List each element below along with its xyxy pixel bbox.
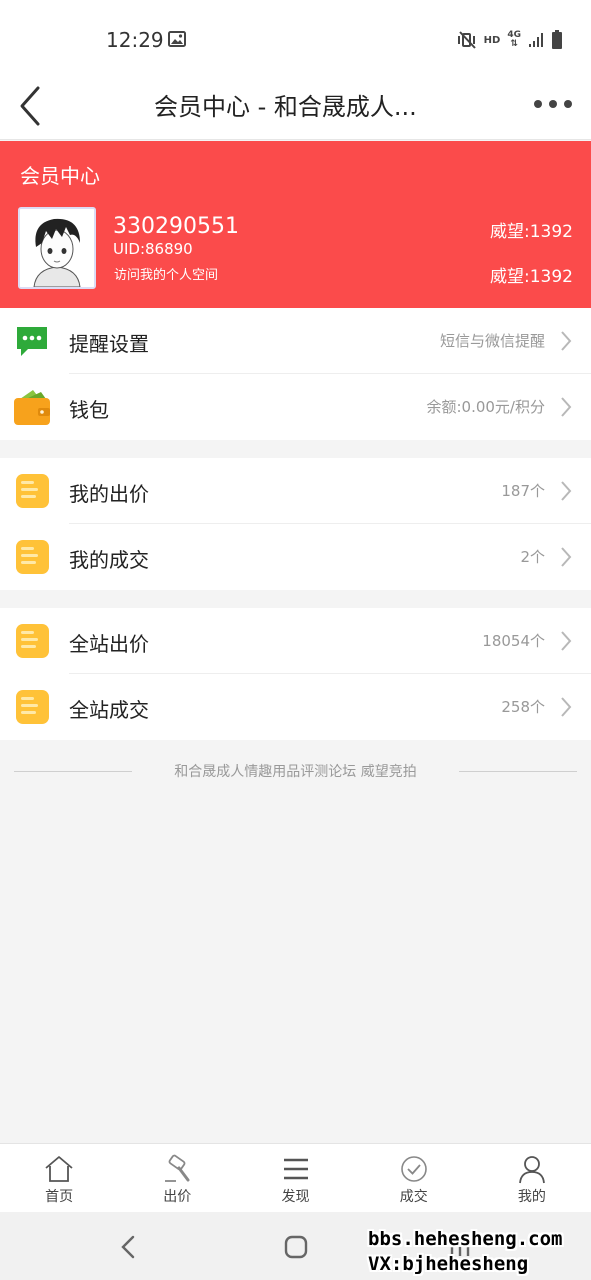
list-item-reminder-settings[interactable]: 提醒设置 短信与微信提醒 bbox=[0, 308, 591, 374]
my-records-group: 我的出价 187个 我的成交 2个 bbox=[0, 458, 591, 590]
image-notification-icon bbox=[168, 31, 186, 47]
tab-label: 发现 bbox=[281, 1189, 310, 1205]
page-title: 会员中心 - 和合晟成人... bbox=[154, 93, 417, 121]
chat-bubble-icon bbox=[17, 327, 47, 356]
list-item-label: 我的出价 bbox=[69, 482, 149, 506]
prestige-value-top: 威望:1392 bbox=[490, 222, 573, 242]
vibrate-mute-icon bbox=[457, 31, 476, 49]
document-icon bbox=[16, 540, 49, 574]
site-records-group: 全站出价 18054个 全站成交 258个 bbox=[0, 608, 591, 740]
list-item-value: 余额:0.00元/积分 bbox=[426, 398, 545, 416]
member-center-title: 会员中心 bbox=[20, 164, 100, 188]
watermark-line-1: bbs.hehesheng.com bbox=[368, 1228, 563, 1250]
system-back-icon[interactable] bbox=[116, 1234, 142, 1260]
divider-line-right bbox=[459, 771, 577, 772]
user-uid: UID:86890 bbox=[113, 240, 193, 258]
list-item-site-bids[interactable]: 全站出价 18054个 bbox=[0, 608, 591, 674]
status-bar: 12:29 HD 4G ⇅ bbox=[0, 0, 591, 72]
list-item-value: 187个 bbox=[501, 482, 545, 500]
list-item-label: 全站出价 bbox=[69, 632, 149, 656]
list-item-site-deals[interactable]: 全站成交 258个 bbox=[0, 674, 591, 740]
list-item-label: 提醒设置 bbox=[69, 332, 149, 356]
chevron-right-icon bbox=[561, 331, 572, 351]
more-options-icon[interactable] bbox=[532, 96, 574, 112]
chevron-right-icon bbox=[561, 631, 572, 651]
settings-group: 提醒设置 短信与微信提醒 钱包 余额:0.00元/积分 bbox=[0, 308, 591, 440]
battery-icon bbox=[552, 30, 562, 49]
chevron-right-icon bbox=[561, 481, 572, 501]
document-icon bbox=[16, 624, 49, 658]
list-item-value: 短信与微信提醒 bbox=[439, 332, 545, 350]
tab-label: 首页 bbox=[45, 1189, 74, 1205]
auction-hammer-icon bbox=[165, 1154, 190, 1182]
status-time: 12:29 bbox=[106, 28, 164, 52]
chevron-right-icon bbox=[561, 397, 572, 417]
list-item-label: 我的成交 bbox=[69, 548, 149, 572]
check-circle-icon bbox=[400, 1156, 427, 1182]
avatar[interactable] bbox=[18, 207, 96, 289]
list-item-my-deals[interactable]: 我的成交 2个 bbox=[0, 524, 591, 590]
tab-home[interactable]: 首页 bbox=[0, 1144, 118, 1212]
chevron-right-icon bbox=[561, 697, 572, 717]
tab-discover[interactable]: 发现 bbox=[236, 1144, 354, 1212]
hd-badge: HD bbox=[483, 34, 501, 46]
list-item-my-bids[interactable]: 我的出价 187个 bbox=[0, 458, 591, 524]
list-item-label: 钱包 bbox=[69, 398, 109, 422]
bottom-tab-bar: 首页 出价 发现 成交 我的 bbox=[0, 1143, 591, 1212]
member-card: 会员中心 330290551 UID:86890 访问我的个人空间 威望:139… bbox=[0, 141, 591, 308]
tab-label: 出价 bbox=[163, 1189, 192, 1205]
watermark-overlay: bbs.hehesheng.com VX:bjhehesheng bbox=[368, 1227, 562, 1277]
menu-icon bbox=[283, 1158, 308, 1180]
tab-label: 我的 bbox=[517, 1189, 546, 1205]
chevron-right-icon bbox=[561, 547, 572, 567]
status-indicators: HD 4G ⇅ bbox=[457, 30, 563, 50]
tab-bid[interactable]: 出价 bbox=[118, 1144, 236, 1212]
prestige-value-bottom: 威望:1392 bbox=[490, 267, 573, 287]
signal-icon bbox=[529, 33, 543, 47]
list-item-value: 2个 bbox=[520, 548, 545, 566]
wallet-icon bbox=[14, 390, 50, 425]
tab-label: 成交 bbox=[399, 1189, 428, 1205]
username: 330290551 bbox=[113, 214, 239, 239]
list-item-value: 258个 bbox=[501, 698, 545, 716]
list-item-wallet[interactable]: 钱包 余额:0.00元/积分 bbox=[0, 374, 591, 440]
back-icon[interactable] bbox=[14, 80, 48, 130]
system-home-icon[interactable] bbox=[283, 1234, 309, 1260]
app-header: 会员中心 - 和合晟成人... bbox=[0, 72, 591, 140]
footer-divider: 和合晟成人情趣用品评测论坛 威望竞拍 bbox=[0, 758, 591, 784]
document-icon bbox=[16, 690, 49, 724]
tab-deals[interactable]: 成交 bbox=[355, 1144, 473, 1212]
document-icon bbox=[16, 474, 49, 508]
home-icon bbox=[45, 1156, 73, 1182]
avatar-portrait-icon bbox=[20, 209, 94, 287]
network-4g-badge: 4G ⇅ bbox=[507, 30, 521, 49]
system-nav-bar: bbs.hehesheng.com VX:bjhehesheng bbox=[0, 1212, 591, 1280]
list-item-value: 18054个 bbox=[482, 632, 545, 650]
tab-mine[interactable]: 我的 bbox=[473, 1144, 591, 1212]
visit-personal-space-link[interactable]: 访问我的个人空间 bbox=[114, 264, 218, 283]
user-icon bbox=[519, 1156, 545, 1184]
watermark-line-2: VX:bjhehesheng bbox=[368, 1253, 529, 1275]
list-item-label: 全站成交 bbox=[69, 698, 149, 722]
